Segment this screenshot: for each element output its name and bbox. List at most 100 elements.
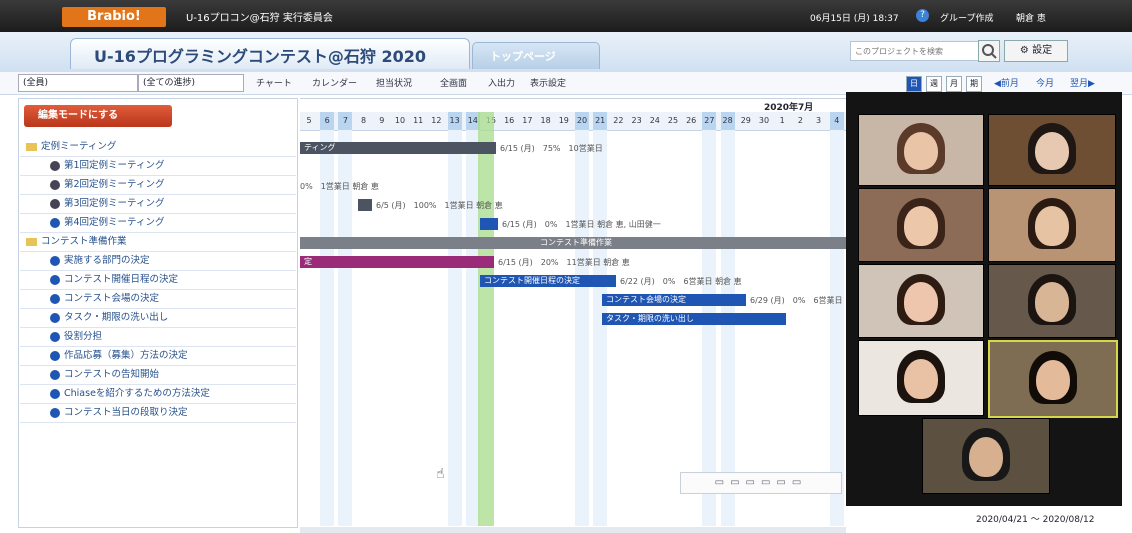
chart-view-link[interactable]: チャート (256, 76, 292, 89)
member-filter-select[interactable]: (全員) (18, 74, 138, 92)
group-create-link[interactable]: グループ作成 (940, 11, 993, 24)
tree-row[interactable]: コンテスト当日の段取り決定 (20, 403, 296, 423)
gantt-bar[interactable]: コンテスト準備作業 (300, 237, 848, 249)
tree-row[interactable]: 作品応募（募集）方法の決定 (20, 346, 296, 366)
tree-row[interactable]: 第2回定例ミーティング (20, 175, 296, 195)
tree-row[interactable]: 第4回定例ミーティング (20, 213, 296, 233)
folder-icon (26, 142, 37, 151)
task-icon (50, 312, 60, 323)
next-month-button[interactable]: 翌月▶ (1070, 76, 1095, 89)
today-marker (478, 112, 494, 526)
prev-month-button[interactable]: ◀前月 (994, 76, 1019, 89)
help-icon[interactable]: ? (916, 9, 929, 22)
gantt-bar[interactable]: コンテスト開催日程の決定 (480, 275, 616, 287)
participant-face (904, 282, 938, 322)
weekend-column (593, 130, 608, 526)
completed-check-icon (50, 179, 60, 190)
gantt-bar-info: 6/5 (月) 100% 1営業日 朝倉 恵 (376, 201, 503, 210)
brabio-logo[interactable]: Brabio! (62, 7, 166, 27)
user-menu[interactable]: 朝倉 恵 (1016, 11, 1046, 24)
gantt-day: 2 (797, 116, 803, 125)
tree-row[interactable]: タスク・期限の洗い出し (20, 308, 296, 328)
gantt-day: 21 (593, 112, 608, 130)
participant-video-tile[interactable] (988, 114, 1116, 186)
gantt-bar[interactable]: タスク・期限の洗い出し (602, 313, 786, 325)
gantt-bar-info: 6/15 (月) 75% 10営業日 (500, 144, 603, 153)
gantt-bar[interactable]: 定 (300, 256, 494, 268)
tree-row[interactable]: 第3回定例ミーティング (20, 194, 296, 214)
gantt-day: 11 (413, 116, 424, 125)
participant-video-tile[interactable] (858, 188, 984, 262)
assignee-status-link[interactable]: 担当状況 (376, 76, 412, 89)
search-icon[interactable] (978, 40, 1000, 62)
import-export-link[interactable]: 入出力 (488, 76, 515, 89)
gantt-mini-toolbar[interactable]: ▭▭▭▭▭▭ (680, 472, 842, 494)
gantt-bar-info: 6/15 (月) 0% 1営業日 朝倉 恵, 山田健一 (502, 220, 661, 229)
tree-row[interactable]: コンテストの告知開始 (20, 365, 296, 385)
gantt-day: 30 (758, 116, 770, 125)
tree-row-label: 第3回定例ミーティング (64, 198, 165, 209)
gantt-day: 5 (306, 116, 312, 125)
hand-cursor-icon: ☝ (436, 466, 445, 482)
tree-row[interactable]: コンテスト準備作業 (20, 232, 296, 252)
tree-row[interactable]: 定例ミーティング (20, 137, 296, 157)
tree-row-label: コンテスト準備作業 (41, 236, 127, 247)
edit-mode-button[interactable]: 編集モードにする (24, 105, 172, 127)
tree-row[interactable]: Chiaseを紹介するための方法決定 (20, 384, 296, 404)
participant-video-tile[interactable] (988, 340, 1118, 418)
participant-face (904, 131, 938, 171)
horizontal-scrollbar[interactable] (300, 527, 846, 533)
participant-video-tile[interactable] (858, 264, 984, 338)
participant-video-tile[interactable] (858, 340, 984, 416)
gantt-day: 16 (504, 116, 515, 125)
gantt-day: 27 (702, 112, 717, 130)
gantt-bar-info: 6/15 (月) 20% 11営業日 朝倉 恵 (498, 258, 630, 267)
this-month-button[interactable]: 今月 (1036, 76, 1054, 89)
gantt-day: 13 (447, 112, 462, 130)
participant-video-tile[interactable] (922, 418, 1050, 494)
weekend-column (575, 130, 589, 526)
gantt-bar[interactable] (480, 218, 498, 230)
gantt-day: 26 (686, 116, 697, 125)
gantt-bar[interactable] (358, 199, 372, 211)
weekend-column (447, 130, 462, 526)
tree-row[interactable]: 第1回定例ミーティング (20, 156, 296, 176)
view-week-button[interactable]: 週 (926, 76, 942, 92)
view-day-button[interactable]: 日 (906, 76, 922, 92)
task-icon (50, 388, 60, 399)
project-search-input[interactable] (850, 41, 984, 61)
calendar-view-link[interactable]: カレンダー (312, 76, 357, 89)
task-icon (50, 331, 60, 342)
gantt-bar[interactable]: コンテスト会場の決定 (602, 294, 746, 306)
tree-row-label: Chiaseを紹介するための方法決定 (64, 388, 210, 399)
participant-face (904, 206, 938, 246)
folder-icon (26, 237, 37, 246)
gantt-day: 12 (431, 116, 442, 125)
tree-row[interactable]: コンテスト会場の決定 (20, 289, 296, 309)
task-icon (50, 217, 60, 228)
gantt-day: 10 (394, 116, 406, 125)
participant-face (1035, 282, 1069, 322)
participant-video-tile[interactable] (858, 114, 984, 186)
participant-video-tile[interactable] (988, 188, 1116, 262)
display-settings-link[interactable]: 表示設定 (530, 76, 566, 89)
fullscreen-link[interactable]: 全画面 (440, 76, 467, 89)
tree-row[interactable]: コンテスト開催日程の決定 (20, 270, 296, 290)
project-breadcrumb[interactable]: U-16プロコン@石狩 実行委員会 (186, 9, 333, 24)
tree-row[interactable]: 役割分担 (20, 327, 296, 347)
gantt-day: 19 (558, 116, 569, 125)
tree-row[interactable]: 実施する部門の決定 (20, 251, 296, 271)
task-icon (50, 274, 60, 285)
task-icon (50, 255, 60, 266)
tree-row-label: タスク・期限の洗い出し (64, 312, 169, 323)
gantt-day: 20 (575, 112, 589, 130)
participant-face (904, 358, 938, 400)
gantt-bar[interactable]: ティング (300, 142, 496, 154)
view-month-button[interactable]: 月 (946, 76, 962, 92)
settings-button[interactable]: ⚙ 設定 (1004, 40, 1068, 62)
gantt-day: 24 (649, 116, 660, 125)
participant-video-tile[interactable] (988, 264, 1116, 338)
view-period-button[interactable]: 期 (966, 76, 982, 92)
progress-filter-select[interactable]: (全ての進捗) (138, 74, 244, 92)
tree-row-label: 第1回定例ミーティング (64, 160, 165, 171)
